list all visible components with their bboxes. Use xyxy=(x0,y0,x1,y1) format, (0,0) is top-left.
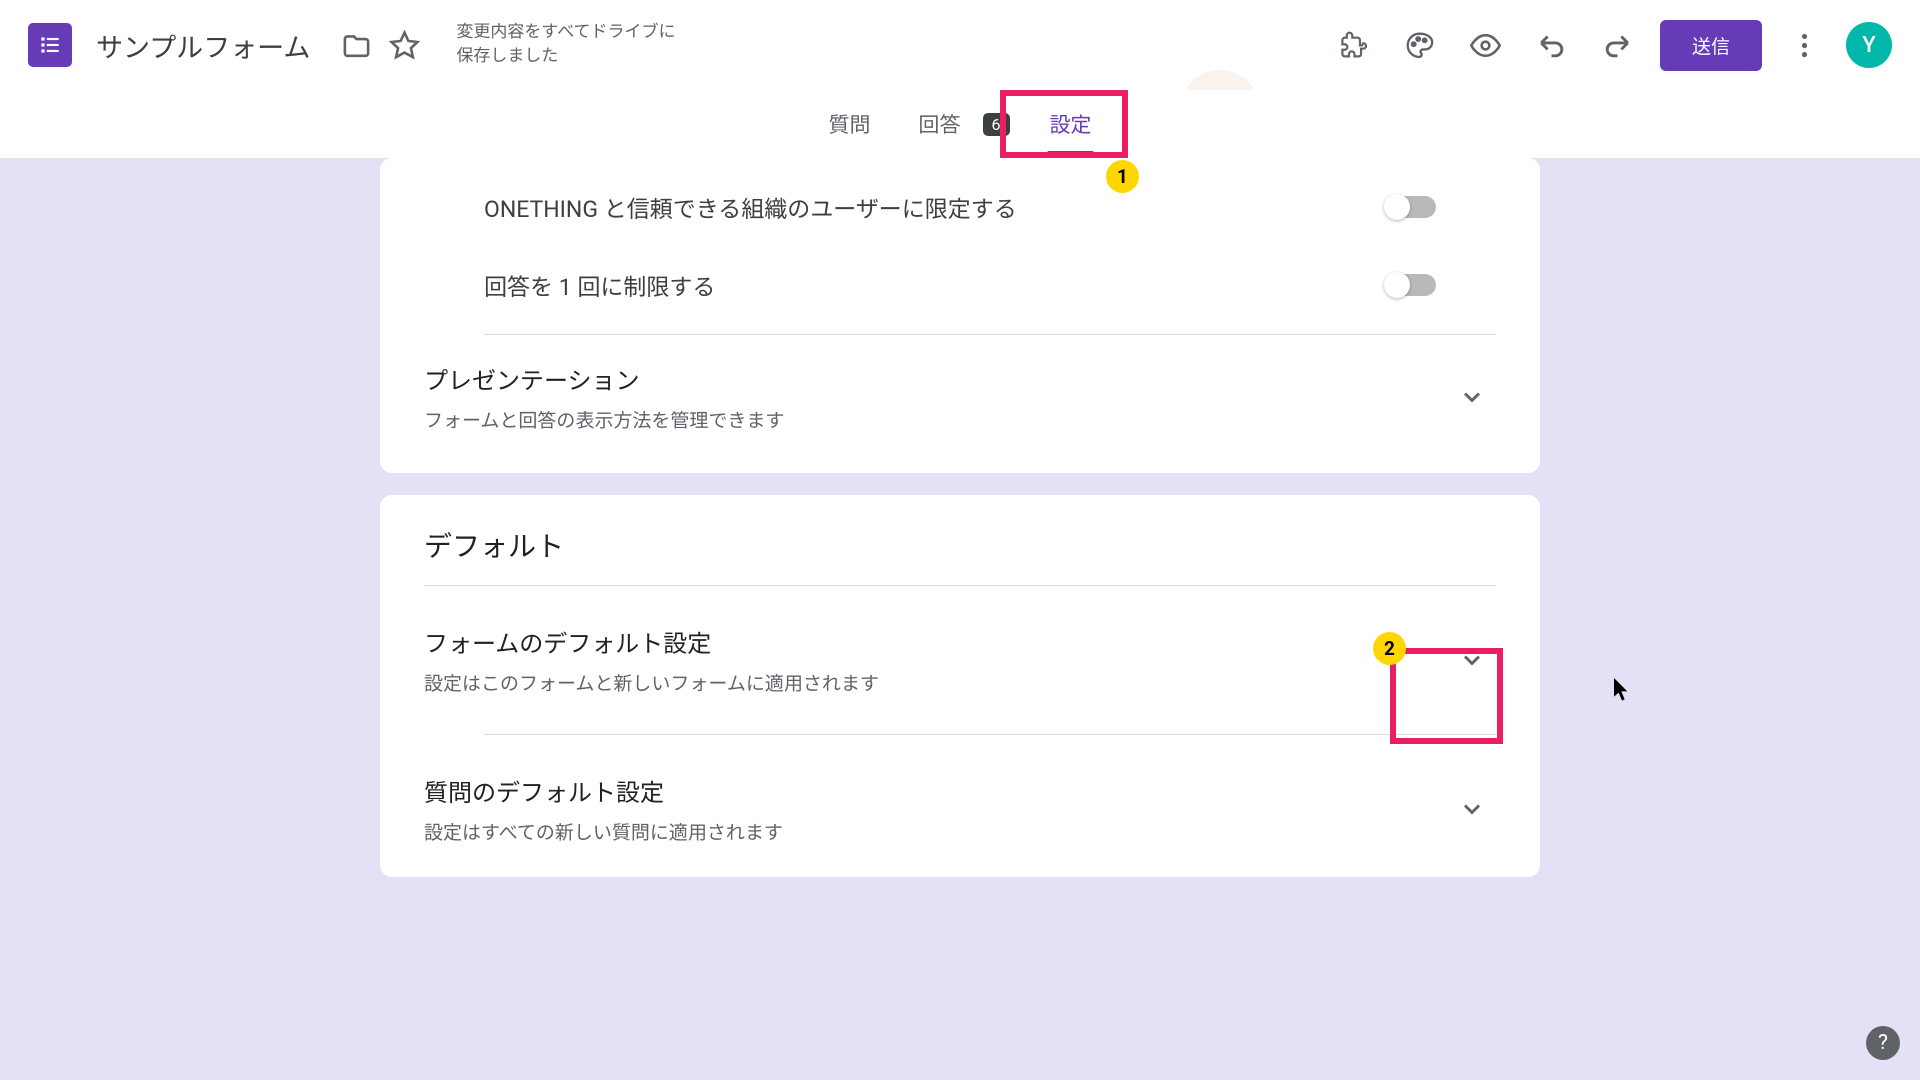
form-defaults-desc: 設定はこのフォームと新しいフォームに適用されます xyxy=(424,669,879,696)
section-presentation[interactable]: プレゼンテーション フォームと回答の表示方法を管理できます xyxy=(424,351,1496,443)
expand-form-defaults-icon[interactable] xyxy=(1448,636,1496,684)
redo-icon[interactable] xyxy=(1598,25,1638,65)
tab-questions[interactable]: 質問 xyxy=(821,93,879,155)
more-icon[interactable] xyxy=(1784,25,1824,65)
settings-card: ONETHING と信頼できる組織のユーザーに限定する 回答を 1 回に制限する… xyxy=(380,158,1540,473)
palette-icon[interactable] xyxy=(1400,25,1440,65)
divider xyxy=(484,734,1496,735)
presentation-title: プレゼンテーション xyxy=(424,361,784,396)
tab-settings[interactable]: 設定 xyxy=(1042,93,1100,155)
save-status: 変更内容をすべてドライブに 保存しました xyxy=(456,21,675,69)
tab-responses[interactable]: 回答 xyxy=(911,93,969,155)
tab-bar: 質問 回答 6 設定 xyxy=(0,90,1920,158)
form-defaults-title: フォームのデフォルト設定 xyxy=(424,624,879,659)
help-button[interactable]: ? xyxy=(1866,1026,1900,1060)
star-icon[interactable] xyxy=(384,25,424,65)
expand-presentation-icon[interactable] xyxy=(1448,373,1496,421)
defaults-section-title: デフォルト xyxy=(424,525,1496,565)
setting-label: ONETHING と信頼できる組織のユーザーに限定する xyxy=(484,190,1017,224)
toggle-limit-org-users[interactable] xyxy=(1386,196,1436,218)
responses-count-badge: 6 xyxy=(983,113,1010,136)
setting-label: 回答を 1 回に制限する xyxy=(484,268,715,302)
presentation-desc: フォームと回答の表示方法を管理できます xyxy=(424,406,784,433)
app-header: サンプルフォーム 変更内容をすべてドライブに 保存しました 送信 Y xyxy=(0,0,1920,90)
folder-icon[interactable] xyxy=(336,25,376,65)
section-form-defaults[interactable]: フォームのデフォルト設定 設定はこのフォームと新しいフォームに適用されます xyxy=(424,602,1496,718)
setting-limit-org-users: ONETHING と信頼できる組織のユーザーに限定する xyxy=(424,174,1496,240)
defaults-card: デフォルト フォームのデフォルト設定 設定はこのフォームと新しいフォームに適用さ… xyxy=(380,495,1540,877)
expand-question-defaults-icon[interactable] xyxy=(1448,785,1496,833)
undo-icon[interactable] xyxy=(1532,25,1572,65)
question-defaults-title: 質問のデフォルト設定 xyxy=(424,773,783,808)
section-question-defaults[interactable]: 質問のデフォルト設定 設定はすべての新しい質問に適用されます xyxy=(424,751,1496,845)
account-avatar[interactable]: Y xyxy=(1846,22,1892,68)
addons-icon[interactable] xyxy=(1334,25,1374,65)
setting-limit-one-response: 回答を 1 回に制限する xyxy=(424,252,1496,318)
divider xyxy=(424,585,1496,586)
form-title[interactable]: サンプルフォーム xyxy=(96,26,310,65)
submit-button[interactable]: 送信 xyxy=(1660,20,1762,71)
toggle-limit-one-response[interactable] xyxy=(1386,274,1436,296)
preview-icon[interactable] xyxy=(1466,25,1506,65)
forms-logo-icon[interactable] xyxy=(28,23,72,67)
question-defaults-desc: 設定はすべての新しい質問に適用されます xyxy=(424,818,783,845)
divider xyxy=(484,334,1496,335)
